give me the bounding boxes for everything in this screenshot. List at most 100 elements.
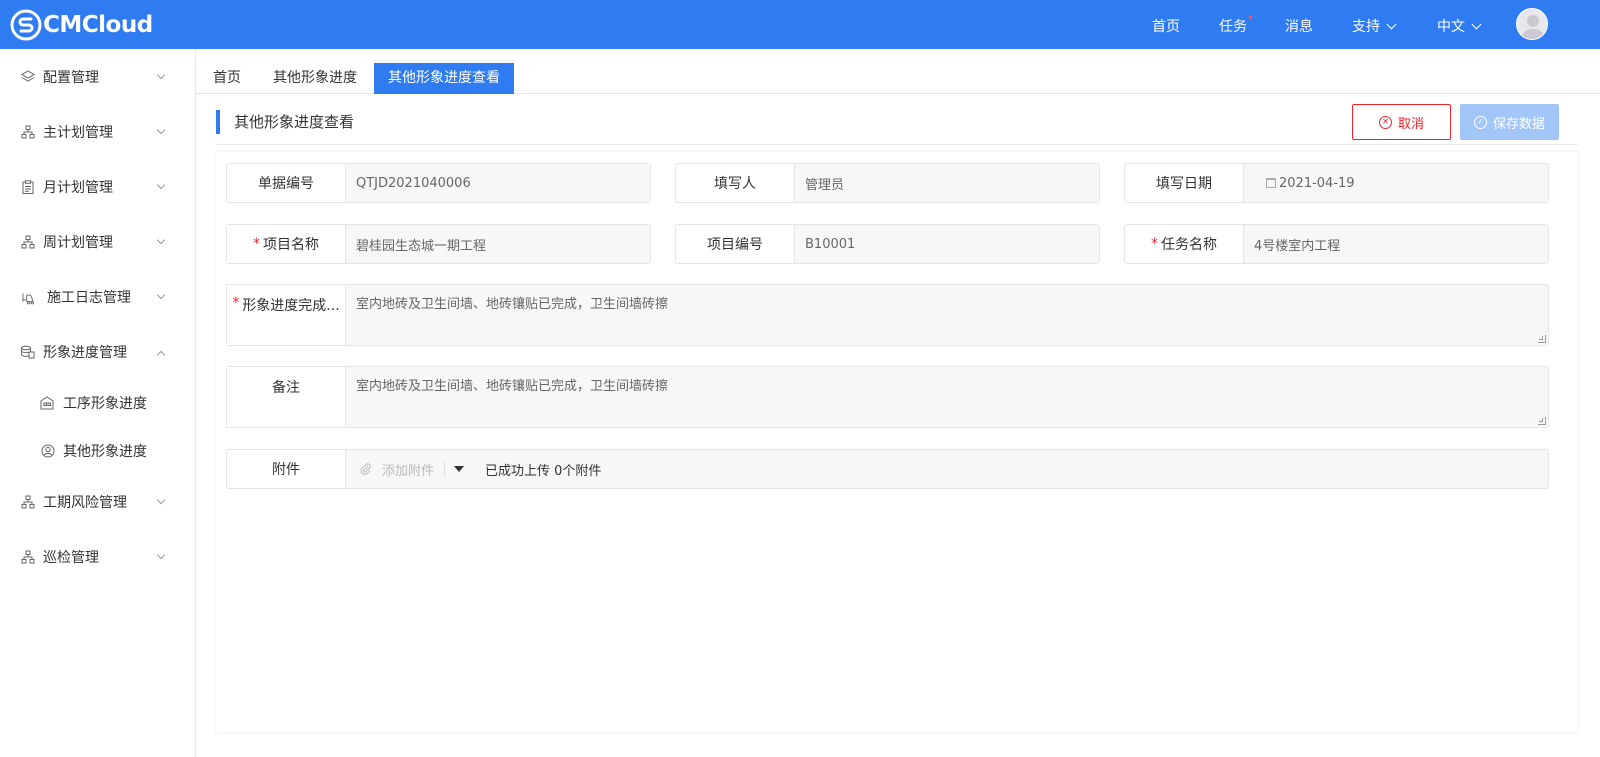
sidebar-subitem-other-progress[interactable]: 其他形象进度 (0, 428, 195, 474)
clipboard-icon (20, 180, 35, 195)
sidebar-item-progress-mgmt[interactable]: 形象进度管理 (0, 327, 195, 377)
remark-textarea[interactable]: 室内地砖及卫生间墙、地砖镶贴已完成，卫生间墙砖擦 (346, 367, 1548, 427)
upload-status: 已成功上传 0个附件 (485, 463, 602, 479)
sidebar-item-schedule-risk[interactable]: 工期风险管理 (0, 477, 195, 527)
field-project-no: 项目编号 B10001 (675, 224, 1100, 264)
project-name-input[interactable]: 碧桂园生态城一期工程 (346, 225, 650, 263)
field-doc-no: 单据编号 QTJD2021040006 (226, 163, 651, 203)
attachment-area: 添加附件 已成功上传 0个附件 (346, 450, 1548, 488)
sidebar-item-weekly-plan[interactable]: 周计划管理 (0, 217, 195, 267)
check-circle-icon: ✓ (1473, 115, 1487, 129)
sidebar-item-inspection[interactable]: 巡检管理 (0, 532, 195, 582)
doc-no-input[interactable]: QTJD2021040006 (346, 164, 650, 202)
sidebar: 配置管理 主计划管理 月计划管理 周计划管理 施工日志管理 形象进度管理 工序形… (0, 49, 196, 757)
date-value: 2021-04-19 (1279, 175, 1355, 191)
sidebar-item-label: 形象进度管理 (43, 345, 127, 361)
save-button-label: 保存数据 (1492, 116, 1545, 132)
sidebar-subitem-process-progress[interactable]: 工序形象进度 (0, 380, 195, 426)
resize-handle-icon[interactable] (1538, 417, 1546, 425)
sidebar-item-master-plan[interactable]: 主计划管理 (0, 107, 195, 157)
chevron-down-icon (156, 550, 166, 560)
field-label: * 项目名称 (227, 225, 346, 263)
sidebar-item-label: 巡检管理 (43, 550, 99, 566)
nav-support[interactable]: 支持 (1352, 16, 1397, 36)
author-input[interactable]: 管理员 (795, 164, 1099, 202)
cancel-button-label: 取消 (1397, 116, 1424, 132)
save-data-button[interactable]: ✓ 保存数据 (1460, 104, 1559, 140)
user-circle-icon (40, 444, 55, 459)
field-label: 备注 (227, 367, 346, 427)
field-label: 项目编号 (676, 225, 795, 263)
brand-name: CMCloud (43, 12, 153, 38)
form-card: 单据编号 QTJD2021040006 填写人 管理员 填写日期 2021-04… (216, 152, 1578, 732)
remark-text: 室内地砖及卫生间墙、地砖镶贴已完成，卫生间墙砖擦 (356, 379, 669, 394)
sidebar-item-config[interactable]: 配置管理 (0, 52, 195, 102)
content-panel: 其他形象进度查看 ✕ 取消 ✓ 保存数据 单据编号 QTJD2021040006… (196, 94, 1600, 757)
language-select[interactable]: 中文 (1437, 16, 1482, 36)
page-title: 其他形象进度查看 (216, 110, 354, 134)
add-attachment-button[interactable]: 添加附件 (360, 460, 434, 479)
field-label: 单据编号 (227, 164, 346, 202)
divider (444, 462, 446, 476)
field-label: * 任务名称 (1125, 225, 1244, 263)
resize-handle-icon[interactable] (1538, 335, 1546, 343)
tab-home[interactable]: 首页 (199, 63, 255, 94)
brand-logo[interactable]: CMCloud (10, 9, 153, 41)
org-chart-icon (20, 235, 35, 250)
nav-messages[interactable]: 消息 (1285, 16, 1313, 36)
nav-task[interactable]: 任务 • (1219, 11, 1254, 36)
sidebar-item-label: 月计划管理 (43, 180, 113, 196)
progress-textarea[interactable]: 室内地砖及卫生间墙、地砖镶贴已完成，卫生间墙砖擦 (346, 285, 1548, 345)
project-no-input[interactable]: B10001 (795, 225, 1099, 263)
sidebar-item-label: 工期风险管理 (43, 495, 127, 511)
field-label-text: 任务名称 (1161, 237, 1217, 253)
field-remark: 备注 室内地砖及卫生间墙、地砖镶贴已完成，卫生间墙砖擦 (226, 366, 1549, 428)
chevron-down-icon (156, 125, 166, 135)
tab-other-progress-view[interactable]: 其他形象进度查看 (374, 63, 514, 94)
avatar[interactable] (1516, 8, 1548, 40)
forklift-icon (22, 290, 37, 305)
field-author: 填写人 管理员 (675, 163, 1100, 203)
nav-home[interactable]: 首页 (1152, 16, 1180, 36)
task-name-input[interactable]: 4号楼室内工程 (1244, 225, 1548, 263)
org-chart-icon (20, 550, 35, 565)
field-progress: * 形象进度完成... 室内地砖及卫生间墙、地砖镶贴已完成，卫生间墙砖擦 (226, 284, 1549, 346)
stack-icon (20, 345, 35, 360)
chevron-down-icon (1471, 19, 1482, 29)
nav-task-label: 任务 (1219, 19, 1247, 35)
sidebar-item-monthly-plan[interactable]: 月计划管理 (0, 162, 195, 212)
logo-icon (10, 9, 42, 41)
calendar-icon (1266, 178, 1276, 188)
sidebar-item-construction-log[interactable]: 施工日志管理 (0, 272, 195, 322)
paperclip-icon (360, 463, 371, 475)
sidebar-item-label: 周计划管理 (43, 235, 113, 251)
required-mark: * (1151, 236, 1158, 252)
add-attachment-label: 添加附件 (382, 463, 435, 479)
chevron-up-icon (156, 350, 166, 360)
date-input[interactable]: 2021-04-19 (1244, 164, 1548, 202)
cancel-button[interactable]: ✕ 取消 (1352, 104, 1451, 140)
required-mark: * (253, 236, 260, 252)
top-nav: 首页 任务 • 消息 支持 中文 (1152, 0, 1600, 49)
sidebar-item-label: 施工日志管理 (47, 290, 131, 306)
main-area: 首页 其他形象进度 其他形象进度查看 其他形象进度查看 ✕ 取消 ✓ 保存数据 … (196, 49, 1600, 757)
chevron-down-icon (1386, 19, 1397, 29)
field-label: 附件 (227, 450, 346, 488)
chevron-down-icon (156, 235, 166, 245)
field-label-text: 形象进度完成... (242, 298, 340, 314)
sidebar-item-label: 工序形象进度 (63, 396, 147, 412)
field-label: 填写人 (676, 164, 795, 202)
chevron-down-icon (156, 495, 166, 505)
building-icon (40, 396, 55, 411)
progress-text: 室内地砖及卫生间墙、地砖镶贴已完成，卫生间墙砖擦 (356, 297, 669, 312)
chevron-down-icon (156, 180, 166, 190)
caret-down-icon[interactable] (454, 466, 465, 472)
tab-bar: 首页 其他形象进度 其他形象进度查看 (196, 49, 1600, 94)
chevron-down-icon (156, 290, 166, 300)
org-chart-icon (20, 495, 35, 510)
chevron-down-icon (156, 70, 166, 80)
task-alert-dot: • (1246, 11, 1254, 25)
close-circle-icon: ✕ (1378, 115, 1392, 129)
tab-other-progress[interactable]: 其他形象进度 (259, 63, 371, 94)
field-date: 填写日期 2021-04-19 (1124, 163, 1549, 203)
